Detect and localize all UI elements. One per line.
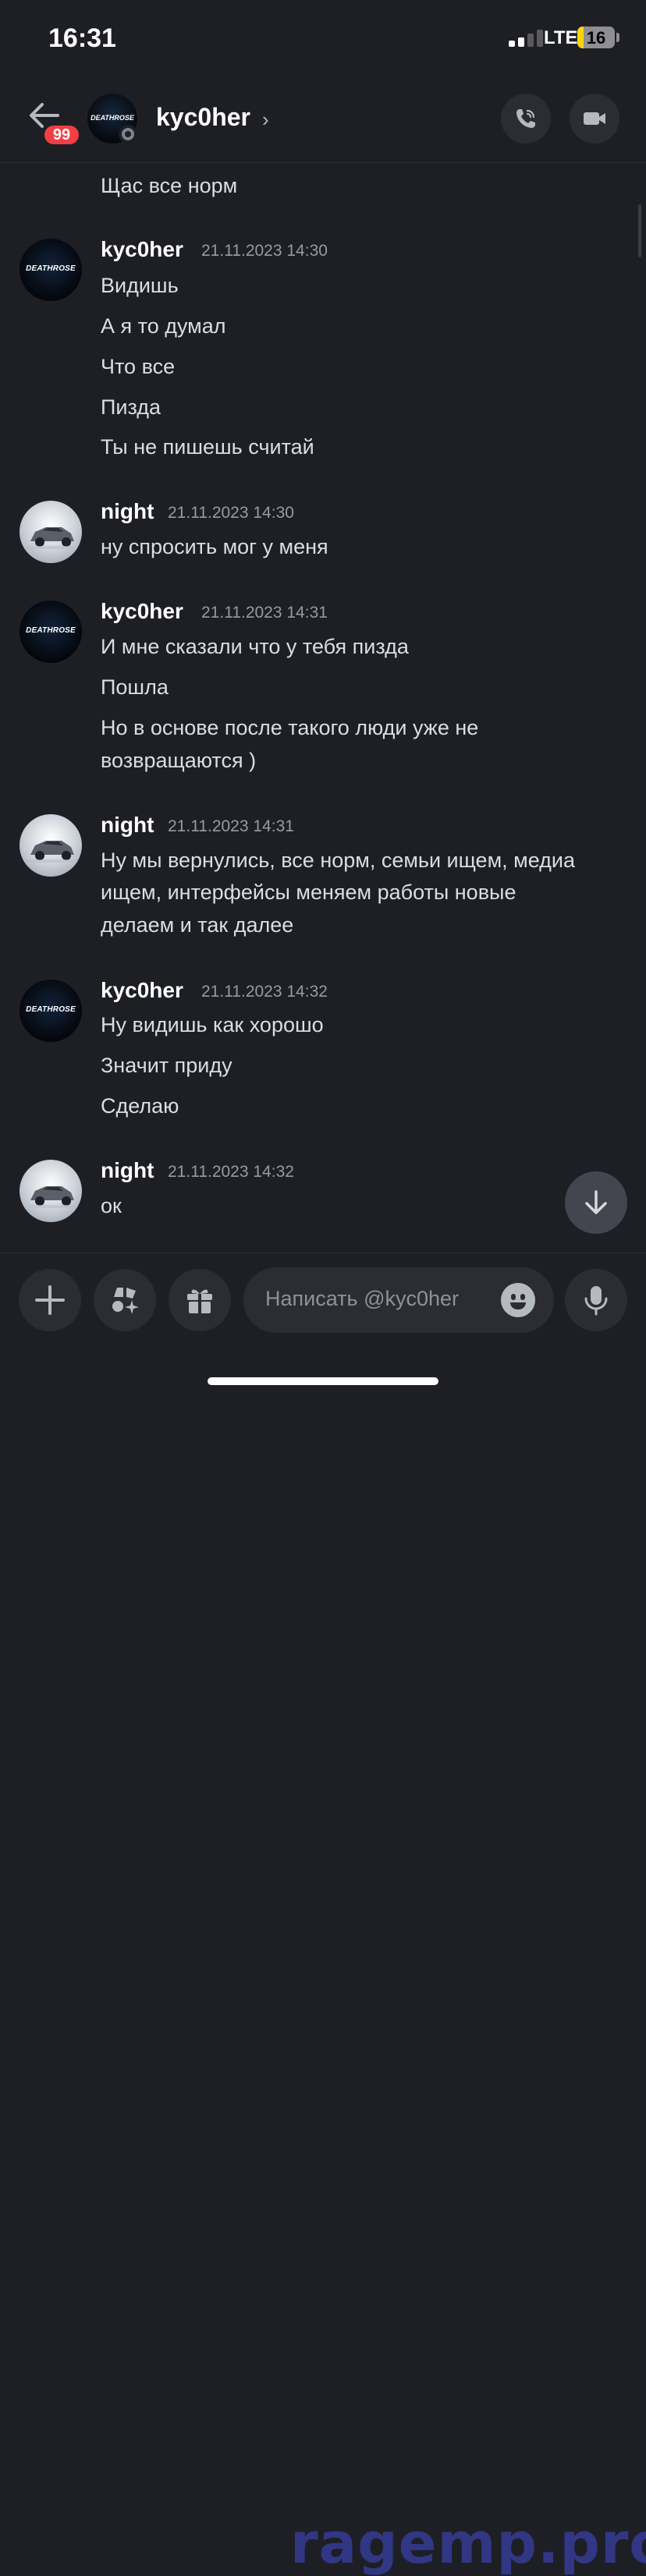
message-text: Видишь <box>101 274 179 297</box>
microphone-icon <box>584 1286 608 1316</box>
message-text: Ты не пишешь считай <box>101 435 314 459</box>
message-text: А я то думал <box>101 314 226 338</box>
add-attachment-button[interactable] <box>19 1269 81 1331</box>
message-text: Пошла <box>101 675 169 699</box>
avatar[interactable] <box>20 501 82 563</box>
avatar-logo: DEATHROSE <box>26 264 76 273</box>
unread-badge: 99 <box>42 123 81 147</box>
message-timestamp: 21.11.2023 14:32 <box>168 1163 294 1181</box>
home-indicator[interactable] <box>208 1377 438 1385</box>
message-input-placeholder: Написать @kyc0her <box>265 1287 460 1310</box>
message-timestamp: 21.11.2023 14:32 <box>201 983 328 1001</box>
network-type: LTE <box>544 27 578 48</box>
message-author[interactable]: kyc0her <box>101 978 183 1003</box>
message-text: Но в основе после такого люди уже не <box>101 716 479 739</box>
avatar-logo: DEATHROSE <box>26 626 76 635</box>
status-time: 16:31 <box>48 23 116 53</box>
message-text: Значит приду <box>101 1054 232 1077</box>
voice-message-button[interactable] <box>565 1269 627 1331</box>
status-bar: 16:31 LTE 16 <box>0 0 646 78</box>
apps-icon <box>112 1288 139 1314</box>
chat-header: 99 DEATHROSE kyc0her › <box>0 78 646 163</box>
scroll-to-bottom-button[interactable] <box>565 1171 627 1234</box>
message-author[interactable]: kyc0her <box>101 599 183 624</box>
apps-button[interactable] <box>94 1269 156 1331</box>
video-call-button[interactable] <box>570 94 619 144</box>
plus-icon <box>35 1285 65 1315</box>
arrow-down-icon <box>585 1190 607 1214</box>
phone-icon <box>516 109 535 128</box>
message-author[interactable]: kyc0her <box>101 237 183 262</box>
avatar[interactable]: DEATHROSE <box>20 601 82 663</box>
avatar[interactable]: DEATHROSE <box>20 239 82 301</box>
avatar-logo: DEATHROSE <box>91 114 134 122</box>
message-composer: Написать @kyc0her ragemp.pro <box>0 1253 646 2576</box>
message-timestamp: 21.11.2023 14:31 <box>168 817 294 835</box>
battery-indicator: 16 <box>577 27 615 48</box>
avatar[interactable]: DEATHROSE <box>20 980 82 1042</box>
gift-icon <box>187 1289 212 1313</box>
message-timestamp: 21.11.2023 14:31 <box>201 604 328 622</box>
battery-tip <box>616 33 619 42</box>
channel-name[interactable]: kyc0her <box>156 103 250 132</box>
message-author[interactable]: night <box>101 813 154 838</box>
message-timestamp: 21.11.2023 14:30 <box>168 504 294 522</box>
call-button[interactable] <box>501 94 551 144</box>
scrollbar[interactable] <box>638 204 641 257</box>
avatar-logo: DEATHROSE <box>26 1005 76 1014</box>
message-text: И мне сказали что у тебя пизда <box>101 635 409 658</box>
video-camera-icon <box>584 112 605 125</box>
signal-icon <box>509 30 543 47</box>
message-text: Сделаю <box>101 1094 179 1118</box>
message-author[interactable]: night <box>101 499 154 524</box>
message-text: Ну видишь как хорошо <box>101 1013 324 1036</box>
car-image <box>27 1186 77 1208</box>
battery-level: 16 <box>586 28 606 48</box>
offline-status-icon <box>119 125 137 144</box>
watermark: ragemp.pro <box>290 2510 646 2576</box>
message-text: Пизда <box>101 395 162 419</box>
message-text: ищем, интерфейсы меняем работы новые <box>101 881 516 904</box>
message-timestamp: 21.11.2023 14:30 <box>201 242 328 260</box>
message-author[interactable]: night <box>101 1158 154 1183</box>
avatar[interactable] <box>20 1160 82 1222</box>
message-text: Что все <box>101 355 176 378</box>
message-text: Ну мы вернулись, все норм, семьи ищем, м… <box>101 849 575 872</box>
message-text: делаем и так далее <box>101 913 294 937</box>
chevron-right-icon[interactable]: › <box>262 108 269 132</box>
car-image <box>27 527 77 549</box>
message-input[interactable]: Написать @kyc0her <box>243 1267 554 1333</box>
avatar[interactable] <box>20 814 82 877</box>
car-image <box>27 841 77 863</box>
smile-icon[interactable] <box>501 1283 535 1317</box>
gift-button[interactable] <box>169 1269 231 1331</box>
message-text: возвращаются ) <box>101 749 257 772</box>
message-text: ну спросить мог у меня <box>101 535 328 558</box>
message-text: Щас все норм <box>101 174 238 197</box>
message-text: ок <box>101 1194 122 1217</box>
